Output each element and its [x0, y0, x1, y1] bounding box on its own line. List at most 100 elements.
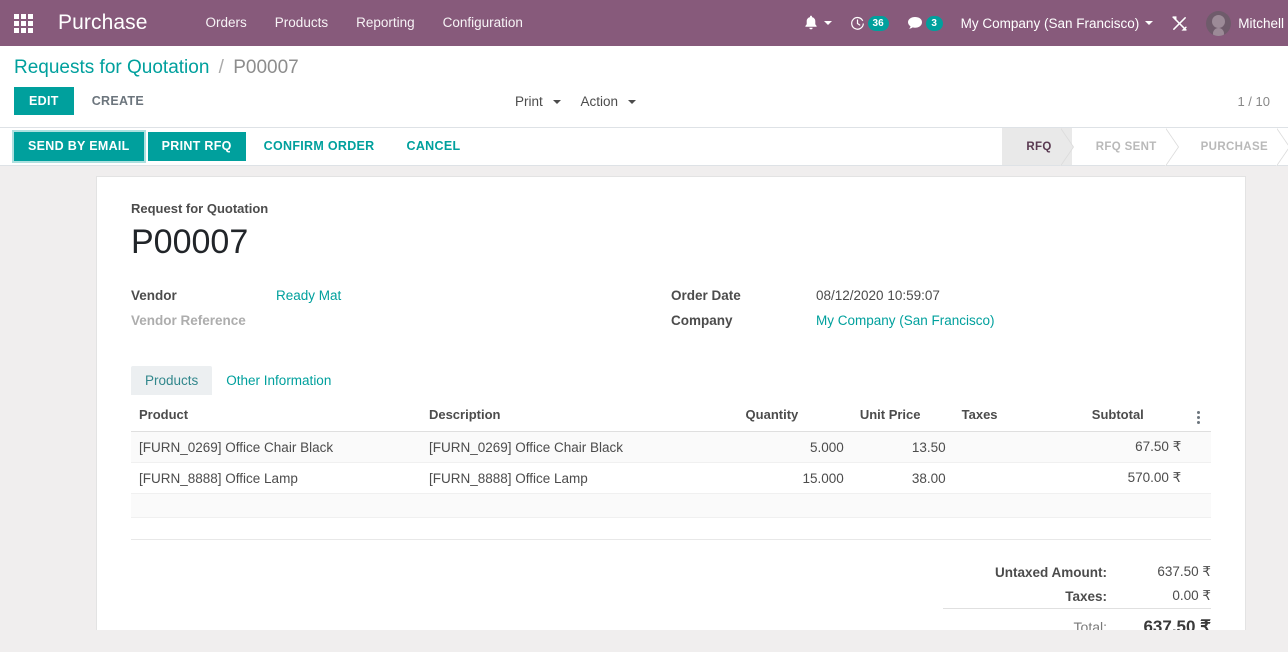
activities-count-badge: 36 — [867, 15, 889, 31]
notebook-tabs: Products Other Information — [131, 366, 1211, 395]
col-header-subtotal: Subtotal — [1083, 401, 1190, 432]
field-order-date: Order Date 08/12/2020 10:59:07 — [671, 288, 1211, 313]
table-row[interactable]: [FURN_8888] Office Lamp [FURN_8888] Offi… — [131, 462, 1211, 494]
cell-subtotal: 67.50 ₹ — [1083, 431, 1190, 463]
confirm-order-button[interactable]: CONFIRM ORDER — [250, 132, 389, 161]
status-stage-rfq[interactable]: RFQ — [1002, 128, 1075, 166]
control-panel-buttons: EDIT CREATE Print Action 1 / 10 — [0, 85, 1288, 127]
developer-tools-menu[interactable] — [1162, 0, 1197, 46]
field-order-date-label: Order Date — [671, 288, 741, 303]
app-brand-title[interactable]: Purchase — [46, 11, 154, 35]
menu-item-orders[interactable]: Orders — [192, 0, 261, 46]
messaging-menu[interactable]: 3 — [898, 0, 952, 46]
chat-bubble-icon — [907, 16, 923, 30]
cell-product: [FURN_8888] Office Lamp — [131, 462, 421, 494]
company-switcher[interactable]: My Company (San Francisco) — [952, 0, 1163, 46]
user-name-label: Mitchell — [1238, 15, 1284, 31]
menu-item-configuration[interactable]: Configuration — [429, 0, 537, 46]
print-rfq-button[interactable]: PRINT RFQ — [147, 132, 246, 161]
total-label: Total: — [943, 608, 1119, 630]
chevron-down-icon — [1145, 21, 1154, 25]
table-row[interactable]: [FURN_0269] Office Chair Black [FURN_026… — [131, 431, 1211, 463]
form-fields-group: Vendor Ready Mat Vendor Reference Order … — [131, 288, 1211, 338]
field-order-date-value[interactable]: 08/12/2020 10:59:07 — [816, 288, 940, 303]
breadcrumb-parent-link[interactable]: Requests for Quotation — [14, 57, 209, 78]
taxes-value: 0.00 ₹ — [1172, 588, 1211, 603]
form-content-area: Request for Quotation P00007 Vendor Read… — [0, 166, 1288, 630]
messages-count-badge: 3 — [925, 15, 943, 31]
top-navbar: Purchase Orders Products Reporting Confi… — [0, 0, 1288, 46]
form-type-label: Request for Quotation — [131, 201, 269, 216]
field-vendor: Vendor Ready Mat — [131, 288, 671, 313]
field-vendor-label: Vendor — [131, 288, 177, 303]
cell-product: [FURN_0269] Office Chair Black — [131, 431, 421, 463]
form-sheet: Request for Quotation P00007 Vendor Read… — [96, 176, 1246, 630]
avatar — [1206, 10, 1232, 36]
order-lines-table: Product Description Quantity Unit Price … — [131, 401, 1211, 540]
vertical-dots-icon — [1197, 416, 1201, 419]
form-column-left: Vendor Ready Mat Vendor Reference — [131, 288, 671, 338]
tab-other-information[interactable]: Other Information — [212, 366, 345, 395]
cell-description: [FURN_8888] Office Lamp — [420, 462, 738, 494]
field-company-label: Company — [671, 313, 733, 328]
order-lines-body: [FURN_0269] Office Chair Black [FURN_026… — [131, 431, 1211, 540]
cell-row-actions — [1189, 462, 1211, 494]
optional-columns-toggle[interactable] — [1189, 401, 1211, 432]
status-stage-purchase[interactable]: PURCHASE — [1176, 128, 1288, 166]
cell-taxes — [953, 431, 1084, 463]
company-name-label: My Company (San Francisco) — [960, 15, 1140, 31]
cell-taxes — [953, 462, 1084, 494]
page-title: P00007 — [131, 223, 249, 261]
record-pager[interactable]: 1 / 10 — [1237, 94, 1270, 109]
cancel-button[interactable]: CANCEL — [393, 132, 475, 161]
field-vendor-value[interactable]: Ready Mat — [276, 288, 341, 303]
action-dropdown[interactable]: Action — [571, 90, 646, 113]
menu-item-reporting[interactable]: Reporting — [342, 0, 429, 46]
totals-total-row: Total: 637.50 ₹ — [943, 608, 1211, 630]
col-header-taxes: Taxes — [953, 401, 1084, 432]
apps-menu-button[interactable] — [0, 0, 46, 46]
create-button[interactable]: CREATE — [80, 87, 156, 115]
field-vendor-reference: Vendor Reference — [131, 313, 671, 338]
cell-quantity: 15.000 — [737, 462, 852, 494]
totals-untaxed-row: Untaxed Amount: 637.50 ₹ — [943, 560, 1211, 584]
breadcrumb-current-record: P00007 — [233, 57, 299, 78]
total-value: 637.50 ₹ — [1119, 608, 1211, 630]
cell-row-actions — [1189, 431, 1211, 463]
cell-subtotal: 570.00 ₹ — [1083, 462, 1190, 494]
table-empty-row — [131, 493, 1211, 518]
bell-icon — [804, 15, 818, 31]
col-header-product: Product — [131, 401, 421, 432]
clock-icon — [850, 16, 865, 31]
taxes-label: Taxes: — [1065, 588, 1107, 604]
main-menu: Orders Products Reporting Configuration — [192, 0, 537, 46]
totals-taxes-row: Taxes: 0.00 ₹ — [943, 584, 1211, 609]
menu-item-products[interactable]: Products — [261, 0, 342, 46]
col-header-unit-price: Unit Price — [851, 401, 954, 432]
print-dropdown[interactable]: Print — [505, 90, 571, 113]
status-stage-rfq-sent[interactable]: RFQ SENT — [1071, 128, 1179, 166]
notifications-menu[interactable] — [795, 0, 841, 46]
activities-menu[interactable]: 36 — [841, 0, 898, 46]
apps-grid-icon — [13, 13, 33, 33]
chevron-down-icon — [627, 99, 636, 104]
tab-products[interactable]: Products — [131, 366, 213, 395]
action-dropdown-label: Action — [580, 93, 619, 109]
statusbar-action-buttons: SEND BY EMAIL PRINT RFQ CONFIRM ORDER CA… — [0, 128, 478, 165]
cell-description: [FURN_0269] Office Chair Black — [420, 431, 738, 463]
navbar-right-section: 36 3 My Company (San Francisco) Mitchell — [795, 0, 1288, 46]
send-by-email-button[interactable]: SEND BY EMAIL — [14, 132, 144, 161]
edit-button[interactable]: EDIT — [14, 87, 74, 115]
cell-unit-price: 38.00 — [851, 462, 954, 494]
col-header-description: Description — [420, 401, 738, 432]
form-statusbar: SEND BY EMAIL PRINT RFQ CONFIRM ORDER CA… — [0, 128, 1288, 166]
control-panel: Requests for Quotation / P00007 EDIT CRE… — [0, 46, 1288, 128]
order-totals: Untaxed Amount: 637.50 ₹ Taxes: 0.00 ₹ T… — [131, 560, 1211, 630]
field-company: Company My Company (San Francisco) — [671, 313, 1211, 338]
status-pipeline: RFQ RFQ SENT PURCHASE — [1002, 128, 1288, 166]
field-company-value[interactable]: My Company (San Francisco) — [816, 313, 995, 328]
user-menu[interactable]: Mitchell — [1197, 0, 1288, 46]
chevron-down-icon — [823, 21, 832, 25]
breadcrumb-separator: / — [218, 57, 224, 78]
table-spacer-row — [131, 517, 1211, 540]
